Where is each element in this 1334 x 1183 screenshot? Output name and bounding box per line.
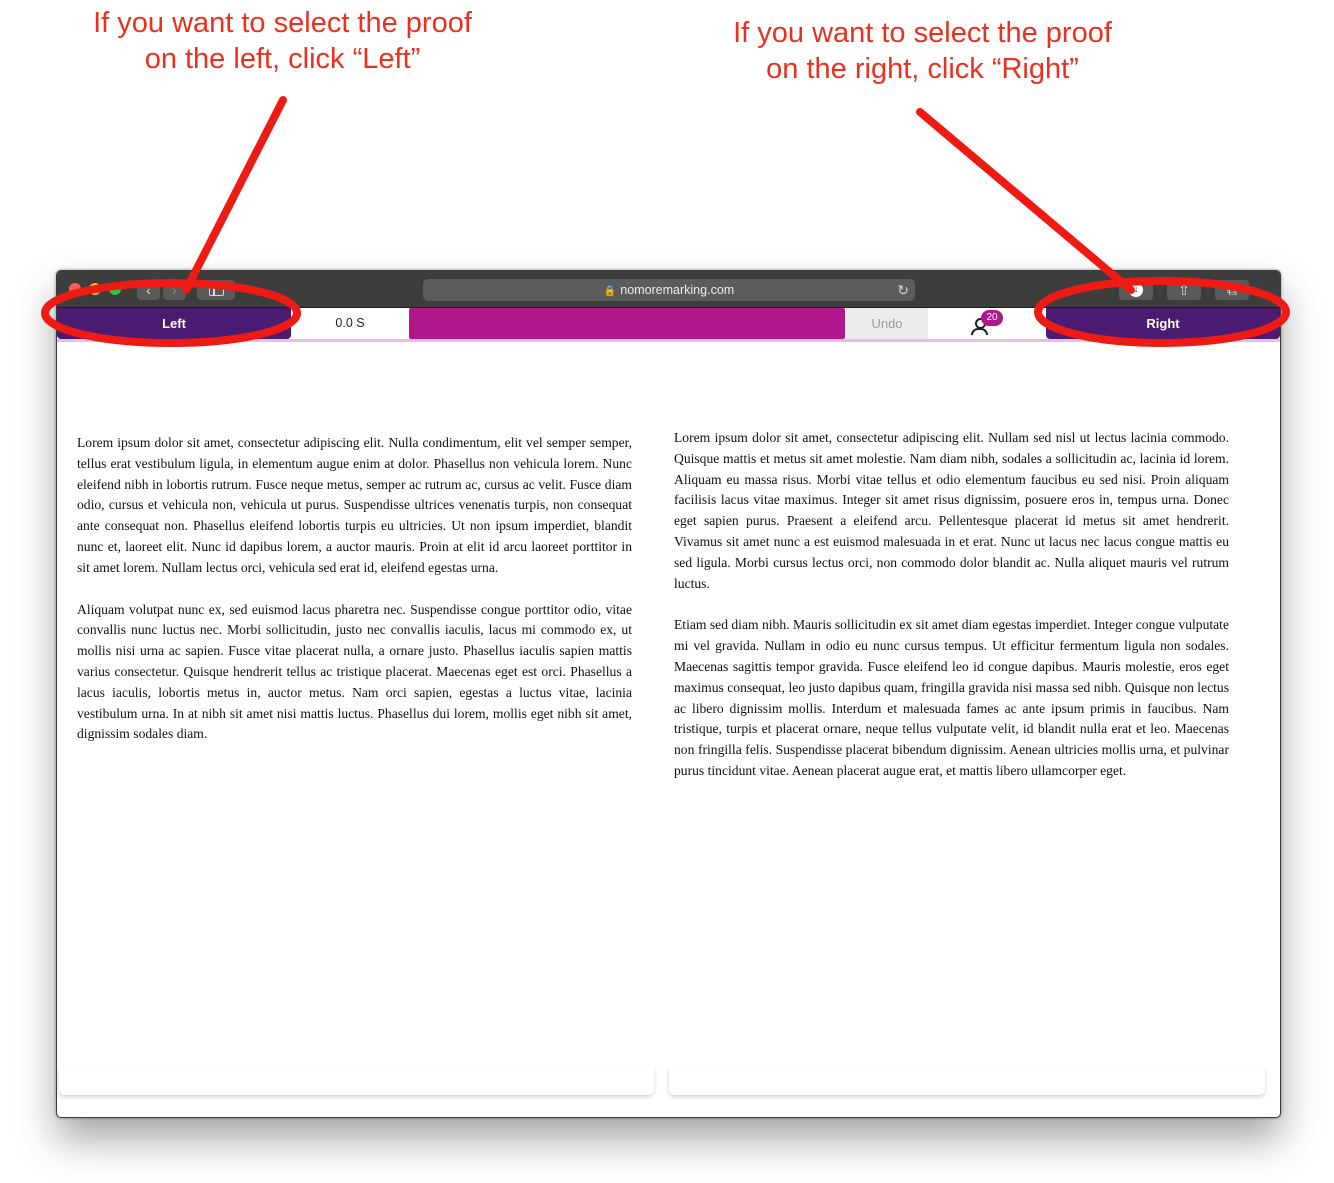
right-arrow-line (916, 108, 1135, 294)
left-highlight-ellipse (41, 279, 301, 347)
annotation-overlay (41, 96, 1290, 347)
left-arrow-line (182, 96, 287, 294)
right-highlight-ellipse (1034, 277, 1290, 347)
